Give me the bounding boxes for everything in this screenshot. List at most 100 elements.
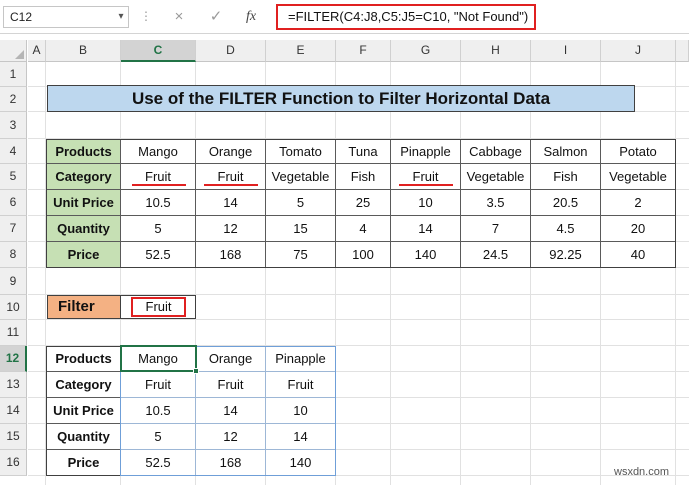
- table-cell[interactable]: 4: [336, 216, 391, 242]
- result-cell[interactable]: 10.5: [121, 398, 196, 424]
- table-cell[interactable]: 10.5: [121, 190, 196, 216]
- table-cell[interactable]: 40: [601, 242, 676, 268]
- table-cell[interactable]: 14: [391, 216, 461, 242]
- row-header-14[interactable]: 14: [0, 398, 27, 424]
- row-header-8[interactable]: 8: [0, 242, 27, 268]
- row-header-10[interactable]: 10: [0, 295, 27, 320]
- table-cell[interactable]: 7: [461, 216, 531, 242]
- column-header-a[interactable]: A: [28, 40, 46, 62]
- table-cell[interactable]: 52.5: [121, 242, 196, 268]
- table-cell[interactable]: 168: [196, 242, 266, 268]
- table-cell[interactable]: Potato: [601, 139, 676, 164]
- result-row-label[interactable]: Quantity: [46, 424, 121, 450]
- table-cell[interactable]: 15: [266, 216, 336, 242]
- table-cell[interactable]: Fish: [531, 164, 601, 190]
- result-cell[interactable]: Fruit: [196, 372, 266, 398]
- table-cell[interactable]: Vegetable: [461, 164, 531, 190]
- result-row-label[interactable]: Products: [46, 346, 121, 372]
- result-row-label[interactable]: Price: [46, 450, 121, 476]
- column-header-i[interactable]: I: [531, 40, 601, 62]
- result-cell[interactable]: Pinapple: [266, 346, 336, 372]
- table-cell[interactable]: 12: [196, 216, 266, 242]
- table-cell[interactable]: 5: [266, 190, 336, 216]
- table-cell[interactable]: Mango: [121, 139, 196, 164]
- table-row-label[interactable]: Category: [46, 164, 121, 190]
- table-cell[interactable]: Orange: [196, 139, 266, 164]
- row-header-2[interactable]: 2: [0, 87, 27, 112]
- result-row-label[interactable]: Unit Price: [46, 398, 121, 424]
- row-header-6[interactable]: 6: [0, 190, 27, 216]
- table-cell[interactable]: 4.5: [531, 216, 601, 242]
- result-cell[interactable]: 12: [196, 424, 266, 450]
- enter-icon[interactable]: ✓: [203, 6, 229, 28]
- table-cell[interactable]: Vegetable: [266, 164, 336, 190]
- table-cell[interactable]: 3.5: [461, 190, 531, 216]
- result-cell[interactable]: 10: [266, 398, 336, 424]
- row-header-1[interactable]: 1: [0, 62, 27, 87]
- more-options-icon[interactable]: ⋮: [140, 6, 152, 28]
- table-cell[interactable]: 140: [391, 242, 461, 268]
- table-cell[interactable]: 2: [601, 190, 676, 216]
- sheet-title[interactable]: Use of the FILTER Function to Filter Hor…: [47, 85, 635, 112]
- name-box[interactable]: C12: [3, 6, 129, 28]
- table-cell[interactable]: Fish: [336, 164, 391, 190]
- column-header-c[interactable]: C: [121, 40, 196, 62]
- result-row-label[interactable]: Category: [46, 372, 121, 398]
- cancel-icon[interactable]: ×: [166, 6, 192, 28]
- chevron-down-icon[interactable]: ▾: [114, 6, 128, 28]
- table-cell[interactable]: Fruit: [121, 164, 196, 190]
- table-row-label[interactable]: Unit Price: [46, 190, 121, 216]
- table-cell[interactable]: Tomato: [266, 139, 336, 164]
- result-cell[interactable]: Fruit: [121, 372, 196, 398]
- column-header-j[interactable]: J: [601, 40, 676, 62]
- table-cell[interactable]: Fruit: [391, 164, 461, 190]
- column-header-g[interactable]: G: [391, 40, 461, 62]
- insert-function-icon[interactable]: fx: [238, 6, 264, 28]
- table-cell[interactable]: 75: [266, 242, 336, 268]
- row-header-7[interactable]: 7: [0, 216, 27, 242]
- table-cell[interactable]: 10: [391, 190, 461, 216]
- column-header-b[interactable]: B: [46, 40, 121, 62]
- row-header-9[interactable]: 9: [0, 268, 27, 295]
- table-cell[interactable]: 25: [336, 190, 391, 216]
- row-header-5[interactable]: 5: [0, 164, 27, 190]
- result-cell[interactable]: Fruit: [266, 372, 336, 398]
- column-header-e[interactable]: E: [266, 40, 336, 62]
- filter-label[interactable]: Filter: [47, 295, 121, 319]
- result-cell[interactable]: 168: [196, 450, 266, 476]
- column-header-f[interactable]: F: [336, 40, 391, 62]
- row-header-13[interactable]: 13: [0, 372, 27, 398]
- table-cell[interactable]: Cabbage: [461, 139, 531, 164]
- table-row-label[interactable]: Products: [46, 139, 121, 164]
- result-cell[interactable]: 5: [121, 424, 196, 450]
- table-cell[interactable]: 14: [196, 190, 266, 216]
- result-cell[interactable]: 14: [266, 424, 336, 450]
- column-header-d[interactable]: D: [196, 40, 266, 62]
- table-cell[interactable]: 100: [336, 242, 391, 268]
- filter-value[interactable]: Fruit: [131, 297, 186, 317]
- table-cell[interactable]: Pinapple: [391, 139, 461, 164]
- row-header-3[interactable]: 3: [0, 112, 27, 139]
- result-cell[interactable]: 140: [266, 450, 336, 476]
- table-cell[interactable]: 24.5: [461, 242, 531, 268]
- table-cell[interactable]: Salmon: [531, 139, 601, 164]
- table-cell[interactable]: 92.25: [531, 242, 601, 268]
- table-cell[interactable]: 5: [121, 216, 196, 242]
- result-cell[interactable]: Orange: [196, 346, 266, 372]
- table-cell[interactable]: Tuna: [336, 139, 391, 164]
- table-row-label[interactable]: Price: [46, 242, 121, 268]
- row-header-11[interactable]: 11: [0, 320, 27, 346]
- table-cell[interactable]: 20: [601, 216, 676, 242]
- row-header-4[interactable]: 4: [0, 139, 27, 164]
- fill-handle[interactable]: [193, 368, 199, 374]
- row-header-12[interactable]: 12: [0, 346, 27, 372]
- table-cell[interactable]: Fruit: [196, 164, 266, 190]
- formula-input[interactable]: =FILTER(C4:J8,C5:J5=C10, "Not Found"): [276, 4, 536, 30]
- table-row-label[interactable]: Quantity: [46, 216, 121, 242]
- row-header-15[interactable]: 15: [0, 424, 27, 450]
- result-cell[interactable]: 14: [196, 398, 266, 424]
- row-header-16[interactable]: 16: [0, 450, 27, 476]
- column-header-h[interactable]: H: [461, 40, 531, 62]
- result-cell[interactable]: 52.5: [121, 450, 196, 476]
- table-cell[interactable]: 20.5: [531, 190, 601, 216]
